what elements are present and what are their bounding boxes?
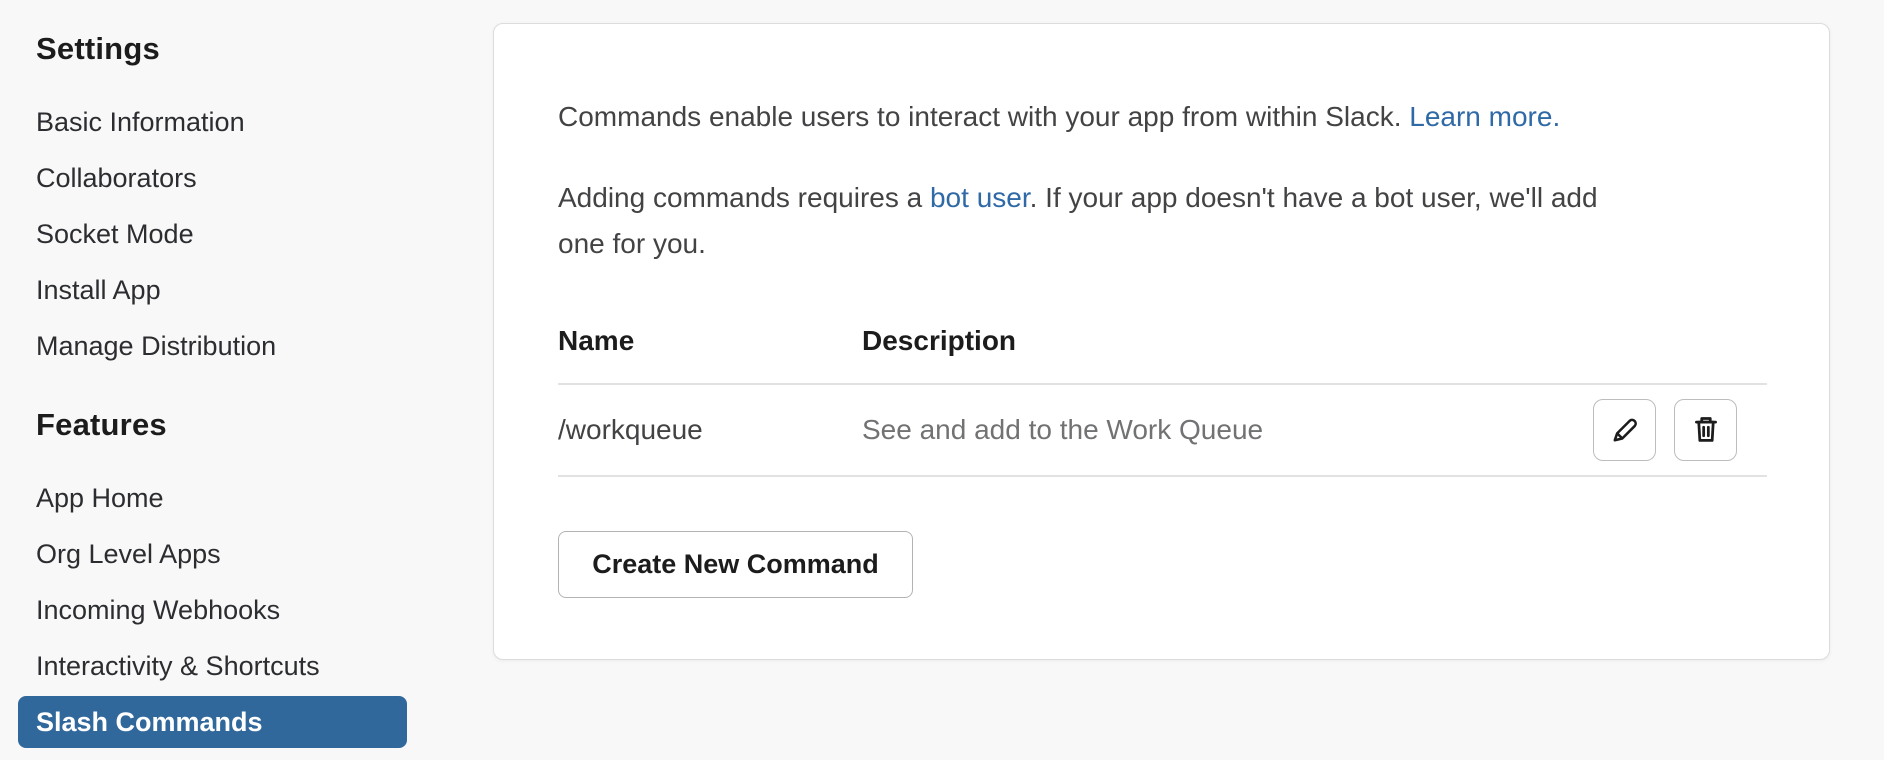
sidebar-item-basic-information[interactable]: Basic Information xyxy=(18,94,407,150)
sidebar-item-socket-mode[interactable]: Socket Mode xyxy=(18,206,407,262)
sidebar-heading-features: Features xyxy=(36,407,167,442)
commands-table: Name Description /workqueue See and add t… xyxy=(558,325,1767,477)
command-description: See and add to the Work Queue xyxy=(862,414,1264,445)
trash-icon xyxy=(1694,417,1717,442)
edit-command-button[interactable] xyxy=(1593,399,1656,461)
commands-table-header: Name Description xyxy=(558,325,1767,385)
sidebar-item-incoming-webhooks[interactable]: Incoming Webhooks xyxy=(18,582,407,638)
sidebar-item-manage-distribution[interactable]: Manage Distribution xyxy=(18,318,407,374)
command-row: /workqueue See and add to the Work Queue xyxy=(558,385,1767,477)
bot-user-link[interactable]: bot user xyxy=(930,182,1030,213)
command-name: /workqueue xyxy=(558,414,703,445)
create-new-command-button[interactable]: Create New Command xyxy=(558,531,913,598)
commands-table-rows: /workqueue See and add to the Work Queue xyxy=(558,385,1767,477)
note-text-before: Adding commands requires a xyxy=(558,182,930,213)
command-row-actions xyxy=(1593,399,1767,461)
intro-text: Commands enable users to interact with y… xyxy=(558,101,1410,132)
bot-user-paragraph: Adding commands requires a bot user. If … xyxy=(558,175,1767,267)
slash-commands-card: Commands enable users to interact with y… xyxy=(493,23,1830,660)
delete-command-button[interactable] xyxy=(1674,399,1737,461)
sidebar-item-app-home[interactable]: App Home xyxy=(18,470,407,526)
pencil-icon xyxy=(1613,418,1637,442)
column-header-description: Description xyxy=(862,325,1017,356)
sidebar-item-collaborators[interactable]: Collaborators xyxy=(18,150,407,206)
sidebar: Settings Basic Information Collaborators So… xyxy=(0,0,460,760)
sidebar-heading-settings: Settings xyxy=(36,31,160,66)
main-content: Commands enable users to interact with y… xyxy=(460,0,1884,760)
sidebar-item-interactivity-shortcuts[interactable]: Interactivity & Shortcuts xyxy=(18,638,407,694)
intro-paragraph: Commands enable users to interact with y… xyxy=(558,94,1767,140)
sidebar-nav: Settings Basic Information Collaborators So… xyxy=(18,30,407,748)
learn-more-link[interactable]: Learn more. xyxy=(1409,101,1560,132)
sidebar-item-slash-commands[interactable]: Slash Commands xyxy=(18,696,407,748)
page: Settings Basic Information Collaborators So… xyxy=(0,0,1884,760)
sidebar-item-install-app[interactable]: Install App xyxy=(18,262,407,318)
column-header-name: Name xyxy=(558,325,635,356)
sidebar-item-org-level-apps[interactable]: Org Level Apps xyxy=(18,526,407,582)
